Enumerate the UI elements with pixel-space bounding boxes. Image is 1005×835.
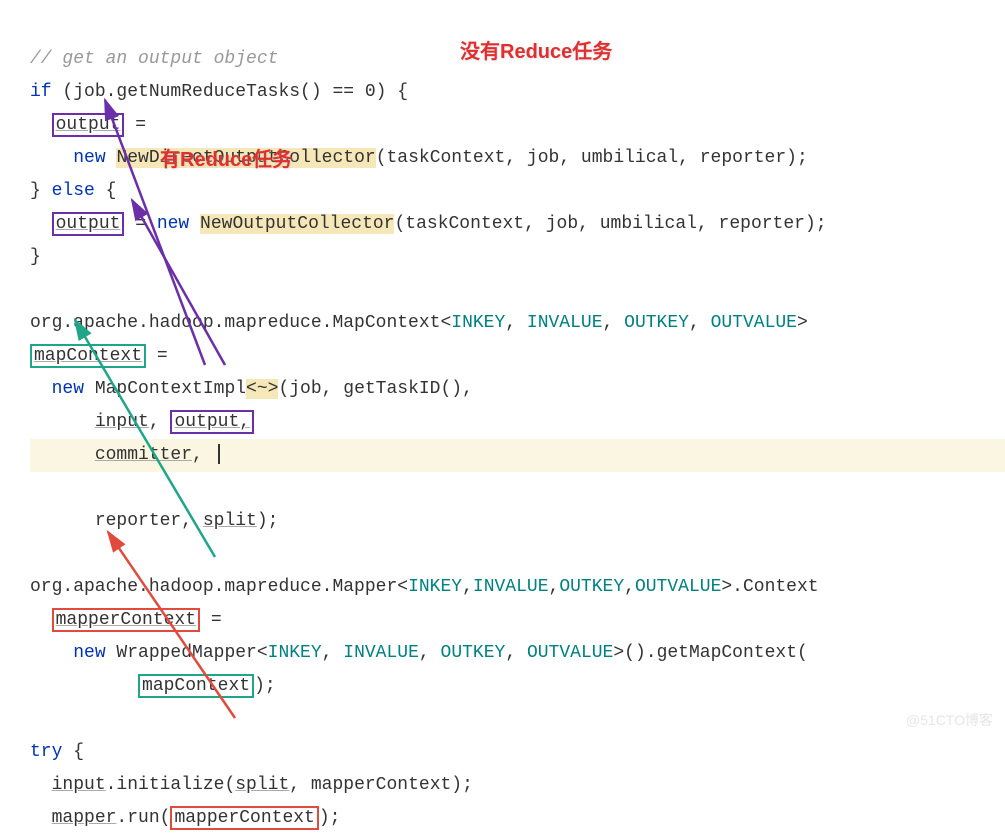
code-block: // get an output object if (job.getNumRe…	[0, 0, 1005, 835]
c5: ,	[192, 445, 214, 465]
comment-line: // get an output object	[30, 49, 278, 69]
var-mapcontext-2: mapContext	[138, 674, 254, 698]
annotation-has-reduce: 有Reduce任务	[160, 143, 292, 172]
kw-else: else	[52, 181, 95, 201]
g2-invalue: INVALUE	[473, 577, 549, 597]
cls-wm: WrappedMapper<	[106, 643, 268, 663]
eq3: =	[146, 346, 168, 366]
cls-mci: MapContextImpl	[84, 379, 246, 399]
mapper-run: mapper	[52, 808, 117, 828]
input-init: input	[52, 775, 106, 795]
c3: ,	[689, 313, 711, 333]
end1: >	[797, 313, 808, 333]
pkg-mapcontext: org.apache.hadoop.mapreduce.MapContext<	[30, 313, 451, 333]
var-mapcontext-1: mapContext	[30, 344, 146, 368]
var-mappercontext-1: mapperContext	[52, 608, 200, 632]
g2-outkey: OUTKEY	[559, 577, 624, 597]
init-call: .initialize(	[106, 775, 236, 795]
cond: (job.getNumReduceTasks() == 0) {	[52, 82, 408, 102]
var-output-1: output	[52, 113, 125, 137]
c2: ,	[603, 313, 625, 333]
var-mappercontext-2: mapperContext	[170, 806, 318, 830]
cc5: ,	[419, 643, 441, 663]
eq1: =	[124, 115, 146, 135]
kw-new1: new	[73, 148, 105, 168]
kw-new2: new	[157, 214, 189, 234]
pkg-mapper: org.apache.hadoop.mapreduce.Mapper<	[30, 577, 408, 597]
end5: );	[254, 676, 276, 696]
arg-split: split	[203, 511, 257, 531]
annotation-no-reduce: 没有Reduce任务	[460, 35, 612, 64]
end2: );	[257, 511, 279, 531]
g-outkey: OUTKEY	[624, 313, 689, 333]
g3-invalue: INVALUE	[343, 643, 419, 663]
g2-outvalue: OUTVALUE	[635, 577, 721, 597]
sp1	[106, 148, 117, 168]
run-call: .run(	[116, 808, 170, 828]
c1: ,	[505, 313, 527, 333]
end3: >.Context	[721, 577, 818, 597]
arg-reporter: reporter,	[95, 511, 203, 531]
args1: (taskContext, job, umbilical, reporter);	[376, 148, 808, 168]
var-output-3: output,	[170, 410, 254, 434]
arg-committer: committer	[95, 445, 192, 465]
end6: );	[319, 808, 341, 828]
kw-try: try	[30, 742, 62, 762]
watermark: @51CTO博客	[906, 710, 993, 730]
brace-else: {	[95, 181, 117, 201]
g-invalue: INVALUE	[527, 313, 603, 333]
eq2: =	[124, 214, 156, 234]
g3-outvalue: OUTVALUE	[527, 643, 613, 663]
arg-input: input	[95, 412, 149, 432]
g3-outkey: OUTKEY	[441, 643, 506, 663]
end4: >().getMapContext(	[613, 643, 807, 663]
cls-output: NewOutputCollector	[200, 214, 394, 234]
args3: (job, getTaskID(),	[278, 379, 472, 399]
cc2: ,	[549, 577, 560, 597]
args2: (taskContext, job, umbilical, reporter);	[394, 214, 826, 234]
cc4: ,	[322, 643, 344, 663]
kw-new4: new	[73, 643, 105, 663]
cc1: ,	[462, 577, 473, 597]
cc6: ,	[505, 643, 527, 663]
g3-inkey: INKEY	[268, 643, 322, 663]
c4: ,	[149, 412, 171, 432]
close-brace: }	[30, 247, 41, 267]
g2-inkey: INKEY	[408, 577, 462, 597]
gen-tilde: <~>	[246, 379, 278, 399]
var-output-2: output	[52, 212, 125, 236]
cc3: ,	[624, 577, 635, 597]
split2: split	[235, 775, 289, 795]
brace-try: {	[62, 742, 84, 762]
rest1: , mapperContext);	[289, 775, 473, 795]
kw-new3: new	[52, 379, 84, 399]
cursor-icon	[218, 444, 220, 464]
sp2	[189, 214, 200, 234]
g-outvalue: OUTVALUE	[711, 313, 797, 333]
kw-if: if	[30, 82, 52, 102]
g-inkey: INKEY	[451, 313, 505, 333]
else-line: }	[30, 181, 52, 201]
eq4: =	[200, 610, 222, 630]
